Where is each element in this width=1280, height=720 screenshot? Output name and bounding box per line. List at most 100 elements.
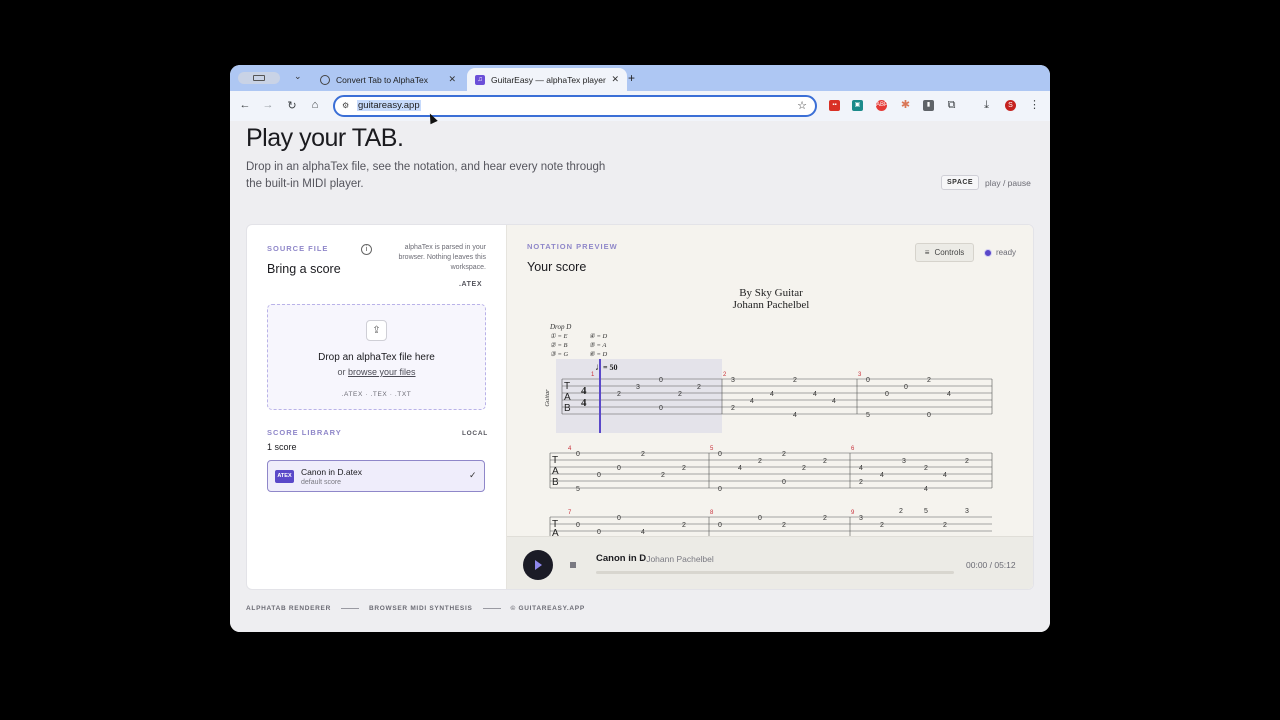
- status-dot-icon: [984, 248, 992, 257]
- abp-icon[interactable]: ABP: [876, 100, 888, 111]
- tab-title: GuitarEasy — alphaTex player: [491, 74, 606, 85]
- gray-extension-icon[interactable]: ▮: [923, 100, 934, 111]
- notation-sheet[interactable]: By Sky Guitar Johann Pachelbel Drop D ① …: [507, 280, 1034, 536]
- new-tab-icon[interactable]: +: [628, 71, 635, 85]
- svg-text:2: 2: [682, 522, 686, 529]
- svg-text:2: 2: [678, 391, 682, 398]
- red-extension-icon[interactable]: ▪▪: [829, 100, 840, 111]
- footer-item: © GUITAREASY.APP: [510, 605, 585, 612]
- or-text: or: [337, 367, 346, 377]
- svg-text:2: 2: [943, 522, 947, 529]
- svg-text:T: T: [552, 455, 558, 466]
- svg-text:2: 2: [758, 458, 762, 465]
- svg-text:B: B: [564, 403, 571, 414]
- stop-button[interactable]: [570, 562, 576, 568]
- progress-bar[interactable]: [596, 571, 954, 574]
- svg-text:T: T: [564, 381, 570, 392]
- svg-text:5: 5: [576, 486, 580, 493]
- profile-avatar[interactable]: S: [1005, 100, 1016, 111]
- svg-text:3: 3: [731, 377, 735, 384]
- tab-guitareasy[interactable]: ♫ GuitarEasy — alphaTex player ✕: [467, 68, 627, 91]
- forward-icon[interactable]: →: [261, 99, 275, 111]
- teal-extension-icon[interactable]: ▣: [852, 100, 863, 111]
- close-icon[interactable]: ✕: [611, 74, 619, 85]
- svg-text:0: 0: [617, 515, 621, 522]
- tuning-name: Drop D: [549, 323, 571, 331]
- svg-text:A: A: [552, 528, 559, 536]
- svg-text:0: 0: [904, 384, 908, 391]
- page-subtitle: Drop in an alphaTex file, see the notati…: [246, 161, 606, 190]
- tab-group-button[interactable]: [238, 72, 280, 84]
- file-dropzone[interactable]: ⇪ Drop an alphaTex file here or browse y…: [267, 304, 486, 410]
- info-icon[interactable]: i: [361, 244, 372, 255]
- player-time: 00:00 / 05:12: [966, 560, 1016, 570]
- tuning-string-6: ⑥ = D: [589, 351, 607, 358]
- svg-text:2: 2: [924, 465, 928, 472]
- tab-title: Convert Tab to AlphaTex: [336, 74, 428, 85]
- tab-search-chevron-icon[interactable]: ⌄: [294, 71, 302, 82]
- browse-files-link[interactable]: browse your files: [348, 367, 416, 377]
- claude-icon[interactable]: ✱: [900, 100, 911, 111]
- svg-text:2: 2: [859, 479, 863, 486]
- svg-text:2: 2: [880, 522, 884, 529]
- controls-button[interactable]: ≡ Controls: [915, 243, 974, 262]
- check-icon: ✓: [469, 470, 477, 480]
- browser-window: ⌄ Convert Tab to AlphaTex ✕ ♫ GuitarEasy…: [230, 65, 1050, 632]
- svg-text:2: 2: [965, 458, 969, 465]
- library-eyebrow: SCORE LIBRARY: [267, 428, 342, 437]
- svg-text:4: 4: [943, 472, 947, 479]
- svg-text:2: 2: [899, 508, 903, 515]
- preview-eyebrow: NOTATION PREVIEW: [527, 242, 618, 251]
- svg-text:2: 2: [782, 522, 786, 529]
- svg-text:0: 0: [718, 522, 722, 529]
- svg-text:A: A: [564, 392, 571, 403]
- site-info-icon[interactable]: ⚙: [342, 101, 352, 110]
- tab-convert[interactable]: Convert Tab to AlphaTex ✕: [312, 68, 464, 91]
- svg-text:3: 3: [858, 372, 862, 378]
- svg-text:B: B: [552, 477, 559, 488]
- svg-text:4: 4: [880, 472, 884, 479]
- extensions-puzzle-icon[interactable]: ⧉: [946, 100, 957, 111]
- menu-kebab-icon[interactable]: ⋮: [1029, 100, 1040, 111]
- tuning-string-2: ② = B: [550, 342, 567, 349]
- svg-text:0: 0: [597, 472, 601, 479]
- svg-text:3: 3: [636, 384, 640, 391]
- home-icon[interactable]: ⌂: [308, 99, 322, 111]
- svg-text:4: 4: [924, 486, 928, 493]
- library-count: 1 score: [267, 442, 297, 452]
- back-icon[interactable]: ←: [238, 99, 252, 111]
- svg-text:7: 7: [568, 510, 572, 516]
- svg-text:0: 0: [885, 391, 889, 398]
- player-title: Canon in D: [596, 553, 647, 564]
- list-item[interactable]: ATEX Canon in D.atex default score ✓: [267, 460, 485, 492]
- svg-text:3: 3: [965, 508, 969, 515]
- url-text[interactable]: guitareasy.app: [357, 100, 421, 111]
- dropzone-title: Drop an alphaTex file here: [318, 352, 435, 363]
- workspace-card: SOURCE FILE Bring a score i alphaTex is …: [246, 224, 1034, 590]
- bookmark-star-icon[interactable]: ☆: [797, 99, 807, 112]
- svg-text:8: 8: [710, 510, 714, 516]
- play-button[interactable]: [523, 550, 553, 580]
- page-footer: ALPHATAB RENDERER BROWSER MIDI SYNTHESIS…: [246, 605, 585, 612]
- page-title: Play your TAB.: [246, 124, 404, 152]
- svg-text:0: 0: [927, 412, 931, 419]
- svg-text:5: 5: [924, 508, 928, 515]
- svg-text:0: 0: [782, 479, 786, 486]
- svg-text:9: 9: [851, 510, 855, 516]
- svg-text:4: 4: [738, 465, 742, 472]
- tuning-string-4: ④ = D: [589, 333, 607, 340]
- preview-title: Your score: [527, 260, 587, 274]
- close-icon[interactable]: ✕: [448, 74, 456, 85]
- svg-text:2: 2: [697, 384, 701, 391]
- download-icon[interactable]: ⤓: [981, 100, 992, 111]
- svg-text:3: 3: [859, 515, 863, 522]
- svg-text:2: 2: [617, 391, 621, 398]
- svg-text:4: 4: [947, 391, 951, 398]
- svg-text:6: 6: [851, 446, 855, 452]
- svg-text:2: 2: [723, 372, 727, 378]
- time-signature-bottom: 4: [581, 397, 587, 409]
- address-bar[interactable]: ⚙ guitareasy.app ☆: [333, 95, 817, 117]
- sheet-composer: Johann Pachelbel: [733, 299, 810, 311]
- reload-icon[interactable]: ↻: [285, 99, 299, 112]
- tuning-string-5: ⑤ = A: [589, 342, 606, 349]
